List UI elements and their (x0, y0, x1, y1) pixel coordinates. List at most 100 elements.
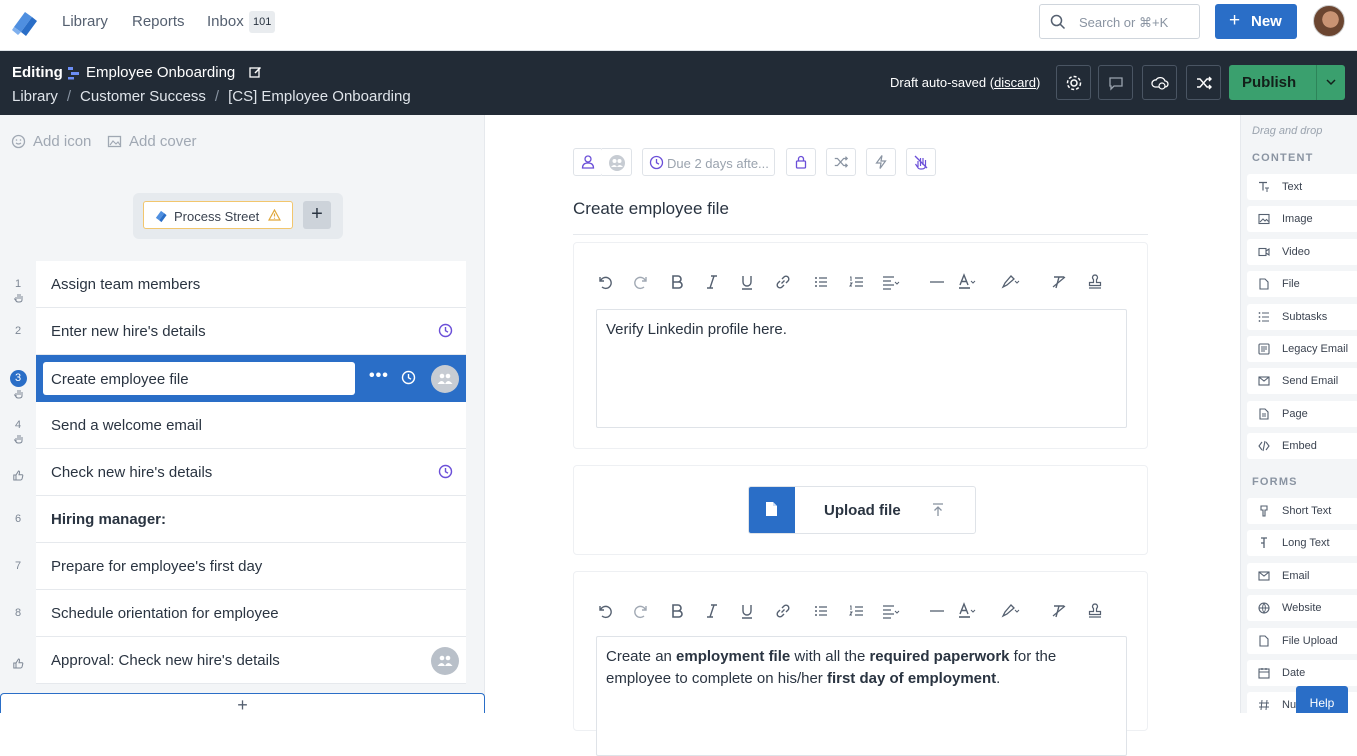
rich-text-editor[interactable]: Verify Linkedin profile here. (596, 309, 1127, 428)
nav-inbox-link[interactable]: Inbox (207, 13, 244, 31)
bold-icon[interactable] (668, 273, 688, 291)
horizontal-rule-icon[interactable] (928, 273, 948, 291)
content-widget-image[interactable]: Image (1247, 206, 1357, 233)
stamp-icon[interactable] (1086, 602, 1106, 620)
task-name-input[interactable]: Create employee file (43, 362, 355, 395)
new-button[interactable]: + New (1215, 4, 1297, 39)
stop-task-button[interactable] (906, 148, 936, 176)
search-input[interactable]: Search or ⌘+K (1039, 4, 1200, 39)
text-color-icon[interactable] (957, 273, 977, 291)
form-widget-email[interactable]: Email (1247, 562, 1357, 589)
clock-icon[interactable] (401, 370, 416, 385)
widget-label: Video (1282, 245, 1310, 258)
shuffle-button[interactable] (1186, 65, 1221, 100)
file-widget: Upload file (573, 465, 1148, 555)
link-icon[interactable] (774, 273, 794, 291)
bold-icon[interactable] (668, 602, 688, 620)
underline-icon[interactable] (738, 602, 758, 620)
numbered-list-icon[interactable] (847, 602, 867, 620)
plus-icon: + (1229, 10, 1241, 31)
link-icon[interactable] (774, 602, 794, 620)
align-icon[interactable] (881, 273, 901, 291)
form-widget-date[interactable]: Date (1247, 660, 1357, 686)
automations-button[interactable] (866, 148, 896, 176)
task-item[interactable]: Assign team members (36, 261, 466, 308)
form-widget-short-text[interactable]: Short Text (1247, 498, 1357, 524)
process-street-trigger-chip[interactable]: Process Street (143, 201, 293, 229)
highlight-icon[interactable] (1000, 602, 1020, 620)
content-widget-embed[interactable]: Embed (1247, 433, 1357, 460)
nav-reports-link[interactable]: Reports (132, 13, 185, 31)
user-icon (581, 155, 595, 169)
help-button[interactable]: Help (1296, 686, 1348, 713)
user-avatar[interactable] (1313, 5, 1345, 37)
form-widget-file-upload[interactable]: File Upload (1247, 627, 1357, 654)
nav-library-link[interactable]: Library (62, 13, 108, 31)
content-widget-subtasks[interactable]: Subtasks (1247, 303, 1357, 330)
comments-button[interactable] (1098, 65, 1133, 100)
stamp-icon[interactable] (1086, 273, 1106, 291)
conditional-logic-button[interactable] (826, 148, 856, 176)
process-street-logo[interactable] (10, 8, 42, 38)
due-date-button[interactable]: Due 2 days afte... (642, 148, 775, 176)
redo-icon[interactable] (632, 273, 652, 291)
task-item[interactable]: Create employee file ••• (36, 355, 466, 402)
task-item[interactable]: Schedule orientation for employee (36, 590, 466, 637)
horizontal-rule-icon[interactable] (928, 602, 948, 620)
clear-format-icon[interactable] (1050, 273, 1070, 291)
task-item[interactable]: Enter new hire's details (36, 308, 466, 355)
content-widget-send-email[interactable]: Send Email (1247, 368, 1357, 395)
numbered-list-icon[interactable] (847, 273, 867, 291)
shuffle-icon (1197, 76, 1212, 90)
assign-button[interactable] (573, 148, 603, 176)
breadcrumb-library[interactable]: Library (12, 88, 58, 105)
clock-icon (438, 323, 453, 338)
bullet-list-icon[interactable] (812, 602, 832, 620)
content-widget-legacy-email[interactable]: Legacy Email (1247, 336, 1357, 362)
workflow-name[interactable]: Employee Onboarding (86, 64, 235, 81)
italic-icon[interactable] (703, 602, 723, 620)
task-item[interactable]: Hiring manager: (36, 496, 466, 543)
italic-icon[interactable] (703, 273, 723, 291)
undo-icon[interactable] (596, 273, 616, 291)
settings-button[interactable] (1056, 65, 1091, 100)
task-item[interactable]: Check new hire's details (36, 449, 466, 496)
group-assign-button[interactable] (602, 148, 632, 176)
more-options-icon[interactable]: ••• (369, 367, 389, 385)
text-color-icon[interactable] (957, 602, 977, 620)
breadcrumb-customer-success[interactable]: Customer Success (80, 88, 206, 105)
task-item[interactable]: Send a welcome email (36, 402, 466, 449)
file-upload-icon (1259, 635, 1269, 647)
clear-format-icon[interactable] (1050, 602, 1070, 620)
content-widget-page[interactable]: Page (1247, 400, 1357, 427)
task-item[interactable]: Approval: Check new hire's details (36, 637, 466, 684)
underline-icon[interactable] (738, 273, 758, 291)
content-widget-text[interactable]: Text (1247, 174, 1357, 200)
content-widget-video[interactable]: Video (1247, 238, 1357, 265)
edit-icon[interactable] (249, 66, 262, 79)
group-avatar-icon[interactable] (431, 365, 459, 393)
undo-icon[interactable] (596, 602, 616, 620)
publish-button[interactable]: Publish (1229, 65, 1316, 100)
file-icon-box (749, 487, 795, 533)
content-widget-file[interactable]: File (1247, 271, 1357, 298)
task-item[interactable]: Prepare for employee's first day (36, 543, 466, 590)
discard-link[interactable]: discard (994, 75, 1036, 90)
shuffle-icon (834, 156, 849, 168)
upload-file-button[interactable]: Upload file (748, 486, 976, 534)
align-icon[interactable] (881, 602, 901, 620)
form-widget-website[interactable]: Website (1247, 595, 1357, 622)
rich-text-editor[interactable]: Create an employment file with all the r… (596, 636, 1127, 756)
add-trigger-button[interactable]: + (303, 201, 331, 229)
permissions-button[interactable] (786, 148, 816, 176)
form-widget-long-text[interactable]: Long Text (1247, 530, 1357, 557)
activity-button[interactable] (1142, 65, 1177, 100)
widget-label: Short Text (1282, 505, 1332, 517)
add-task-button[interactable]: + (0, 693, 485, 715)
task-number: 2 (14, 325, 22, 337)
step-title[interactable]: Create employee file (573, 199, 729, 219)
publish-dropdown[interactable] (1316, 65, 1345, 100)
redo-icon[interactable] (632, 602, 652, 620)
bullet-list-icon[interactable] (812, 273, 832, 291)
highlight-icon[interactable] (1000, 273, 1020, 291)
